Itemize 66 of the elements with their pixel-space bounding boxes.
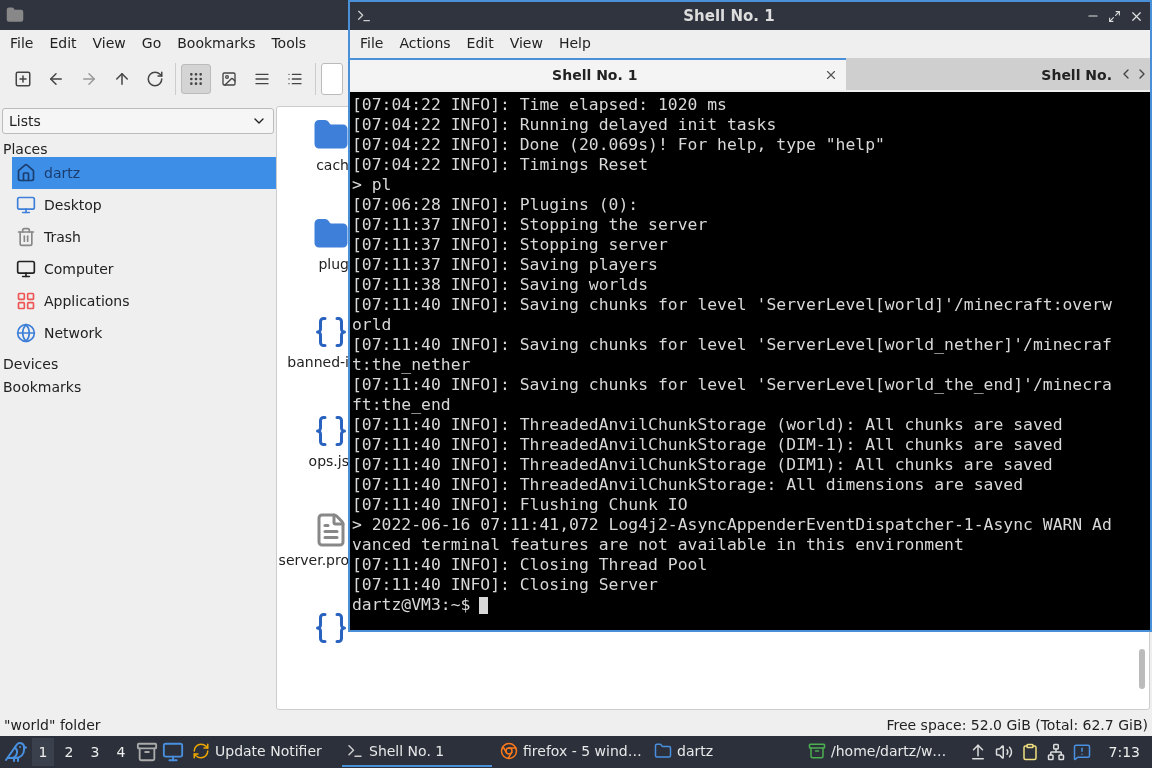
section-heading[interactable]: Devices — [0, 349, 276, 372]
sidebar-item[interactable]: Applications — [12, 285, 276, 317]
task-button[interactable]: dartz — [650, 737, 800, 767]
menu-item[interactable]: Edit — [458, 35, 502, 51]
terminal-line: t:the_nether — [352, 355, 472, 375]
workspace-button[interactable]: 1 — [32, 738, 54, 766]
tab[interactable]: Shell No. — [845, 58, 1118, 90]
section-heading[interactable]: Places — [0, 134, 276, 157]
menu-item[interactable]: Actions — [391, 35, 459, 51]
terminal-line: [07:11:40 INFO]: Saving chunks for level 'ServerLevel[world_the_end]'/minecra — [352, 375, 1113, 395]
tab[interactable]: Shell No. 1 — [350, 58, 846, 90]
menu-item[interactable]: View — [501, 35, 551, 51]
task-button[interactable]: Shell No. 1 — [342, 737, 492, 767]
terminal-line: [07:11:38 INFO]: Saving worlds — [352, 275, 650, 295]
terminal-line: > pl — [352, 175, 393, 195]
menu-item[interactable]: Help — [550, 35, 599, 51]
sidebar-item[interactable]: Desktop — [12, 189, 276, 221]
terminal-line: [07:11:37 INFO]: Stopping the server — [352, 215, 709, 235]
terminal-line: [07:11:40 INFO]: ThreadedAnvilChunkStorage (world): All chunks are saved — [352, 415, 1064, 435]
sidebar-item[interactable]: Computer — [12, 253, 276, 285]
window-title: Shell No. 1 — [682, 7, 776, 25]
sidebar-item[interactable]: Network — [12, 317, 276, 349]
menu-item[interactable]: Bookmarks — [169, 35, 264, 51]
status-text: "world" folder — [4, 717, 101, 733]
task-button[interactable]: Update Notifier — [188, 737, 338, 767]
terminal-line: [07:11:37 INFO]: Stopping server — [352, 235, 669, 255]
terminal-line: [07:04:22 INFO]: Time elapsed: 1020 ms — [352, 95, 728, 115]
terminal-line: [07:04:22 INFO]: Done (20.069s)! For help, type "help" — [352, 135, 886, 155]
terminal-line: [07:11:40 INFO]: ThreadedAnvilChunkStorage (DIM-1): All chunks are saved — [352, 435, 1064, 455]
shell-prompt: dartz@VM3:~$ — [352, 595, 471, 614]
menu-item[interactable]: Tools — [263, 35, 314, 51]
task-button[interactable]: firefox - 5 wind… — [496, 737, 646, 767]
file-name: banned-i — [287, 354, 349, 371]
menu-item[interactable]: File — [352, 35, 392, 51]
workspace-button[interactable]: 3 — [84, 738, 106, 766]
task-button[interactable]: /home/dartz/w… — [804, 737, 954, 767]
terminal-line: [07:11:40 INFO]: Flushing Chunk IO — [352, 495, 689, 515]
file-name: plug — [318, 255, 349, 272]
menu-item[interactable]: View — [84, 35, 134, 51]
terminal-line: [07:11:40 INFO]: Closing Server — [352, 575, 659, 595]
section-heading[interactable]: Bookmarks — [0, 372, 276, 395]
terminal-line: ft:the_end — [352, 395, 452, 415]
terminal-line: orld — [352, 315, 393, 335]
menu-item[interactable]: Edit — [41, 35, 85, 51]
clock[interactable]: 7:13 — [1098, 744, 1148, 760]
sidebar-item[interactable]: Trash — [12, 221, 276, 253]
terminal-line: [07:11:40 INFO]: ThreadedAnvilChunkStorage: All dimensions are saved — [352, 475, 1025, 495]
menu-item[interactable]: File — [2, 35, 42, 51]
side-pane-dropdown[interactable]: Lists — [2, 108, 274, 134]
terminal-line: [07:06:28 INFO]: Plugins (0): — [352, 195, 640, 215]
terminal-line: [07:11:37 INFO]: Saving players — [352, 255, 659, 275]
menu-item[interactable]: Go — [133, 35, 170, 51]
terminal-line: [07:11:40 INFO]: Saving chunks for level 'ServerLevel[world_nether]'/minecraf — [352, 335, 1113, 355]
terminal-line: [07:04:22 INFO]: Timings Reset — [352, 155, 650, 175]
terminal-line: [07:11:40 INFO]: Saving chunks for level 'ServerLevel[world]'/minecraft:overw — [352, 295, 1113, 315]
workspace-button[interactable]: 4 — [110, 738, 132, 766]
workspace-button[interactable]: 2 — [58, 738, 80, 766]
terminal-line: [07:04:22 INFO]: Running delayed init tasks — [352, 115, 778, 135]
terminal-line: [07:11:40 INFO]: Closing Thread Pool — [352, 555, 709, 575]
file-name: cach — [316, 157, 349, 173]
file-name: ops.js — [308, 453, 349, 469]
terminal-line: [07:11:40 INFO]: ThreadedAnvilChunkStorage (DIM1): All chunks are saved — [352, 455, 1054, 475]
terminal-line: vanced terminal features are not available in this environment — [352, 535, 965, 555]
file-name: server.pro — [278, 551, 349, 568]
free-space-text: Free space: 52.0 GiB (Total: 62.7 GiB) — [886, 717, 1148, 733]
terminal-line: > 2022-06-16 07:11:41,072 Log4j2-AsyncAppenderEventDispatcher-1-Async WARN Ad — [352, 515, 1113, 535]
